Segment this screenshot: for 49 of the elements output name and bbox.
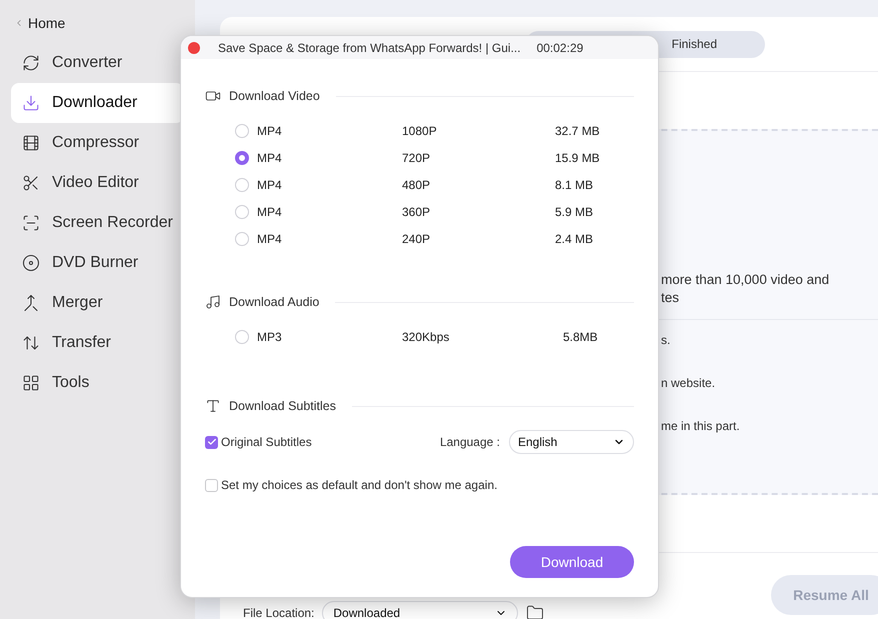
converter-icon: [22, 54, 40, 72]
checkbox[interactable]: [205, 478, 218, 492]
empty-state-text: more than 10,000 video and: [661, 271, 830, 289]
disc-icon: [22, 254, 40, 272]
transfer-icon: [22, 334, 40, 352]
sidebar-item[interactable]: Transfer: [11, 323, 184, 363]
download-button[interactable]: Download: [510, 546, 634, 578]
sidebar-item[interactable]: Video Editor: [11, 163, 184, 203]
scissors-icon: [22, 174, 40, 192]
empty-state-text: tes: [661, 289, 680, 307]
sidebar-item[interactable]: DVD Burner: [11, 243, 184, 283]
format-option[interactable]: MP4 720P 15.9 MB: [235, 144, 634, 171]
checkbox-label: Set my choices as default and don't show me again.: [221, 477, 498, 494]
sidebar-item[interactable]: Merger: [11, 283, 184, 323]
screen-capture-icon: [22, 214, 40, 232]
tip-text: n website.: [661, 375, 716, 392]
text-icon: [205, 398, 221, 414]
merge-icon: [22, 294, 40, 312]
checkbox[interactable]: [205, 436, 218, 448]
language-label: Language :: [440, 434, 500, 451]
section-heading: Download Video: [229, 88, 320, 105]
format-option[interactable]: MP4 240P 2.4 MB: [235, 225, 634, 252]
tab[interactable]: Finished: [664, 31, 725, 57]
file-location-select[interactable]: Downloaded: [322, 601, 518, 619]
sidebar-item[interactable]: Tools: [11, 363, 184, 403]
format-option[interactable]: MP4 360P 5.9 MB: [235, 198, 634, 225]
tip-text: s.: [661, 332, 672, 349]
download-icon: [22, 94, 40, 112]
language-select[interactable]: English: [509, 430, 634, 454]
grid-icon: [22, 374, 40, 392]
radio-button[interactable]: [235, 150, 249, 164]
music-note-icon: [205, 294, 221, 310]
folder-icon[interactable]: [526, 604, 544, 619]
tip-text: me in this part.: [661, 418, 741, 435]
format-option[interactable]: MP3 320Kbps 5.8MB: [235, 323, 634, 350]
sidebar-item[interactable]: Converter: [11, 43, 184, 83]
sidebar-item[interactable]: Screen Recorder: [11, 203, 184, 243]
file-location-label: File Location:: [243, 605, 314, 619]
home-back-link[interactable]: Home: [11, 13, 184, 33]
format-option[interactable]: MP4 1080P 32.7 MB: [235, 117, 634, 144]
film-icon: [22, 134, 40, 152]
dialog-title: Save Space & Storage from WhatsApp Forwards! | Gui...: [218, 40, 521, 56]
close-button[interactable]: [188, 42, 200, 54]
section-heading: Download Subtitles: [229, 398, 336, 415]
sidebar-item[interactable]: Compressor: [11, 123, 184, 163]
section-heading: Download Audio: [229, 294, 320, 311]
video-duration: 00:02:29: [536, 40, 584, 56]
checkbox-label: Original Subtitles: [221, 434, 312, 451]
format-option[interactable]: MP4 480P 8.1 MB: [235, 171, 634, 198]
